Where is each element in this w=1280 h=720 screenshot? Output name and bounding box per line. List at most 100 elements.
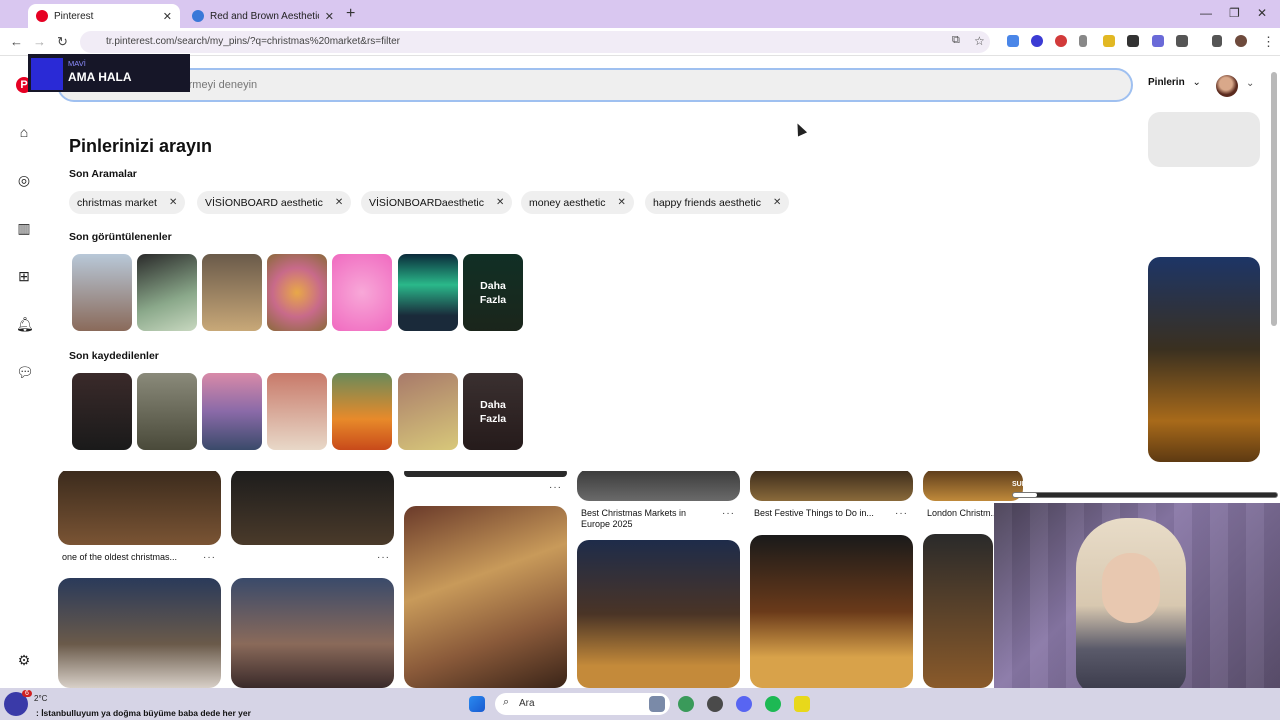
browser-tab-bar: Pinterest ✕ Red and Brown Aesthetic Visi…: [0, 0, 1280, 28]
file-explorer-icon[interactable]: [649, 696, 665, 712]
pin-image[interactable]: [58, 578, 221, 688]
forward-arrow-icon[interactable]: →: [33, 34, 46, 49]
remove-search-icon[interactable]: ✕: [617, 197, 625, 208]
more-viewed-button[interactable]: Daha Fazla: [463, 254, 523, 331]
settings-gear-icon[interactable]: ⚙: [16, 652, 32, 668]
more-options-icon[interactable]: ···: [895, 508, 908, 519]
search-input[interactable]: Pin'leri veya açıklama girmeyi deneyin: [57, 68, 1133, 102]
extension-icon[interactable]: [1103, 35, 1115, 47]
pinterest-favicon-icon: [36, 10, 48, 22]
close-tab-icon[interactable]: ✕: [163, 10, 172, 23]
overlay-small-text: MAVİ: [68, 59, 86, 68]
extensions-puzzle-icon[interactable]: [1176, 35, 1188, 47]
spotify-icon[interactable]: [765, 696, 781, 712]
close-window-button[interactable]: ✕: [1257, 6, 1267, 20]
bookmark-star-icon[interactable]: ☆: [974, 34, 985, 48]
start-windows-icon[interactable]: [469, 696, 485, 712]
reload-icon[interactable]: ↻: [57, 34, 68, 50]
chip-label: money aesthetic: [529, 196, 606, 209]
profile-avatar-icon[interactable]: [1235, 35, 1247, 47]
back-arrow-icon[interactable]: ←: [10, 34, 23, 49]
recently-saved-pin[interactable]: [398, 373, 458, 450]
remove-search-icon[interactable]: ✕: [496, 197, 504, 208]
recently-viewed-pin[interactable]: [267, 254, 327, 331]
chevron-down-icon: ⌄: [1192, 77, 1201, 88]
extension-icon[interactable]: [1152, 35, 1164, 47]
recently-viewed-pin[interactable]: [72, 254, 132, 331]
recently-saved-pin[interactable]: [267, 373, 327, 450]
minimize-button[interactable]: —: [1200, 6, 1212, 20]
url-field[interactable]: tr.pinterest.com/search/my_pins/?q=chris…: [80, 31, 990, 53]
more-options-icon[interactable]: ···: [377, 552, 390, 563]
chrome-icon[interactable]: [678, 696, 694, 712]
recently-viewed-pin[interactable]: [202, 254, 262, 331]
pin-image[interactable]: [750, 469, 913, 501]
explore-compass-icon[interactable]: ◎: [16, 172, 32, 188]
recent-search-chip[interactable]: christmas market ✕: [69, 191, 186, 214]
more-saved-button[interactable]: Daha Fazla: [463, 373, 523, 450]
recent-search-chip[interactable]: happy friends aesthetic ✕: [645, 191, 790, 214]
taskbar-search[interactable]: ⌕ Ara: [495, 693, 670, 715]
tab-pinterest[interactable]: Pinterest ✕: [28, 4, 180, 28]
live-app-icon[interactable]: [794, 696, 810, 712]
more-label: Daha Fazla: [463, 254, 523, 331]
remove-search-icon[interactable]: ✕: [335, 197, 343, 208]
extension-icon[interactable]: [1127, 35, 1139, 47]
recently-viewed-pin[interactable]: [137, 254, 197, 331]
shield-extension-icon[interactable]: [1031, 35, 1043, 47]
messages-icon[interactable]: 💬︎: [16, 364, 34, 380]
create-plus-icon[interactable]: ⊞: [16, 268, 32, 284]
extension-icon[interactable]: [1055, 35, 1067, 47]
close-tab-icon[interactable]: ✕: [325, 10, 334, 23]
recently-viewed-heading: Son görüntülenenler: [69, 231, 172, 243]
pin-image[interactable]: [58, 469, 221, 545]
recently-saved-pin[interactable]: [72, 373, 132, 450]
pin-image[interactable]: [404, 506, 567, 688]
user-avatar[interactable]: [1216, 75, 1238, 97]
tab-vision[interactable]: Red and Brown Aesthetic Vision ✕: [184, 4, 342, 28]
pin-image[interactable]: [231, 578, 394, 688]
extension-icon[interactable]: [1079, 35, 1087, 47]
recently-viewed-pin[interactable]: [398, 254, 458, 331]
page-scrollbar[interactable]: [1271, 72, 1277, 326]
translate-extension-icon[interactable]: [1007, 35, 1019, 47]
maximize-button[interactable]: ❐: [1229, 6, 1240, 20]
more-options-icon[interactable]: ···: [203, 552, 216, 563]
discord-icon[interactable]: [736, 696, 752, 712]
pins-filter-dropdown[interactable]: Pinlerin ⌄: [1148, 77, 1201, 88]
home-icon[interactable]: ⌂: [16, 124, 32, 140]
recently-saved-pin[interactable]: [202, 373, 262, 450]
weather-temperature: 2°C: [34, 694, 48, 703]
app-icon[interactable]: [707, 696, 723, 712]
browser-menu-icon[interactable]: ⋮: [1262, 34, 1275, 50]
recent-search-chip[interactable]: VİSİONBOARDaesthetic ✕: [361, 191, 513, 214]
pin-caption: London Christm...: [927, 508, 999, 518]
pin-caption: Best Festive Things to Do in...: [754, 508, 874, 518]
notifications-bell-icon[interactable]: 🔔︎: [16, 316, 34, 332]
recent-search-chip[interactable]: VİSİONBOARD aesthetic ✕: [197, 191, 352, 214]
new-tab-button[interactable]: +: [346, 5, 355, 23]
more-options-icon[interactable]: ···: [722, 508, 735, 519]
download-icon[interactable]: [1212, 35, 1222, 47]
pin-image[interactable]: [577, 469, 740, 501]
pin-image[interactable]: [923, 534, 993, 688]
webcam-overlay: [994, 503, 1280, 688]
pin-image[interactable]: [750, 535, 913, 688]
more-options-icon[interactable]: ···: [549, 482, 562, 493]
pin-image[interactable]: [577, 540, 740, 688]
chat-message: : İstanbulluyum ya doğma büyüme baba ded…: [36, 708, 251, 718]
boards-icon[interactable]: ▥: [16, 220, 32, 236]
remove-search-icon[interactable]: ✕: [169, 197, 177, 208]
pin-image[interactable]: [923, 469, 1023, 501]
pin-image[interactable]: [231, 469, 394, 545]
pin-image[interactable]: [1148, 257, 1260, 462]
remove-search-icon[interactable]: ✕: [773, 197, 781, 208]
recently-saved-pin[interactable]: [137, 373, 197, 450]
recent-search-chip[interactable]: money aesthetic ✕: [521, 191, 634, 214]
recently-saved-pin[interactable]: [332, 373, 392, 450]
sub-goal-label: SUB HEDEF: [1012, 481, 1053, 488]
install-icon[interactable]: ⧉: [952, 34, 960, 47]
recently-viewed-pin[interactable]: [332, 254, 392, 331]
account-chevron-down-icon[interactable]: ⌄: [1246, 78, 1254, 89]
url-text: tr.pinterest.com/search/my_pins/?q=chris…: [106, 36, 400, 47]
